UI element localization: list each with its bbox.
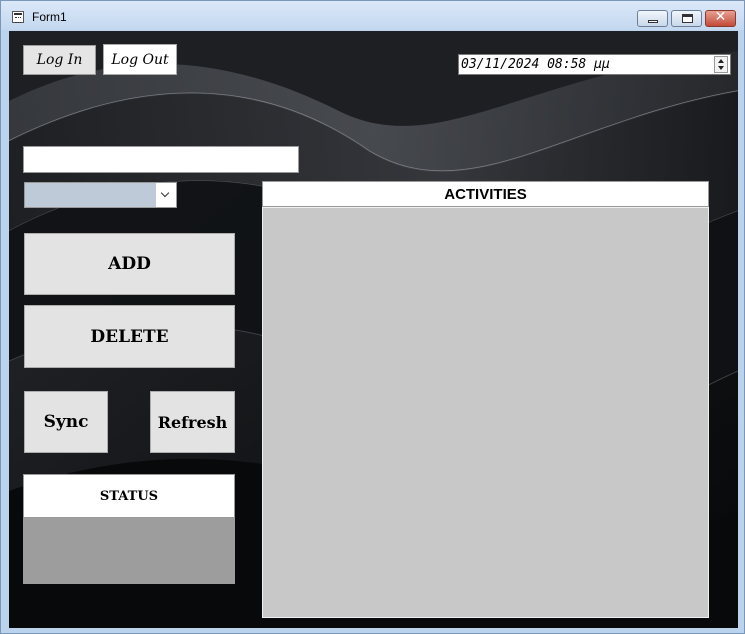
maximize-button[interactable] — [671, 10, 702, 27]
datetime-picker[interactable]: 03/11/2024 08:58 μμ — [458, 54, 731, 75]
chevron-down-icon[interactable] — [156, 183, 176, 207]
spin-down-icon[interactable] — [718, 66, 724, 70]
activities-list[interactable] — [262, 207, 709, 618]
form-client-area: Log In Log Out 03/11/2024 08:58 μμ ADD D… — [9, 31, 738, 628]
title-bar[interactable]: Form1 ✕ — [1, 1, 744, 30]
logout-button[interactable]: Log Out — [103, 44, 177, 75]
add-button[interactable]: ADD — [24, 233, 235, 295]
status-header: STATUS — [23, 474, 235, 518]
activity-combobox[interactable] — [24, 182, 177, 208]
window-title: Form1 — [32, 10, 67, 24]
refresh-button[interactable]: Refresh — [150, 391, 235, 453]
minimize-button[interactable] — [637, 10, 668, 27]
main-window: Form1 ✕ Log In Log Out 03/11/2024 08:58 … — [0, 0, 745, 634]
datetime-value: 03/11/2024 08:58 μμ — [461, 57, 610, 72]
activities-header: ACTIVITIES — [262, 181, 709, 207]
status-panel — [23, 518, 235, 584]
spin-up-icon[interactable] — [718, 59, 724, 63]
sync-button[interactable]: Sync — [24, 391, 108, 453]
close-button[interactable]: ✕ — [705, 9, 736, 27]
datetime-spinner[interactable] — [714, 56, 728, 73]
login-button[interactable]: Log In — [23, 45, 96, 75]
close-icon: ✕ — [714, 9, 727, 25]
activity-text-input[interactable] — [23, 146, 299, 173]
app-icon[interactable] — [12, 11, 24, 23]
delete-button[interactable]: DELETE — [24, 305, 235, 368]
